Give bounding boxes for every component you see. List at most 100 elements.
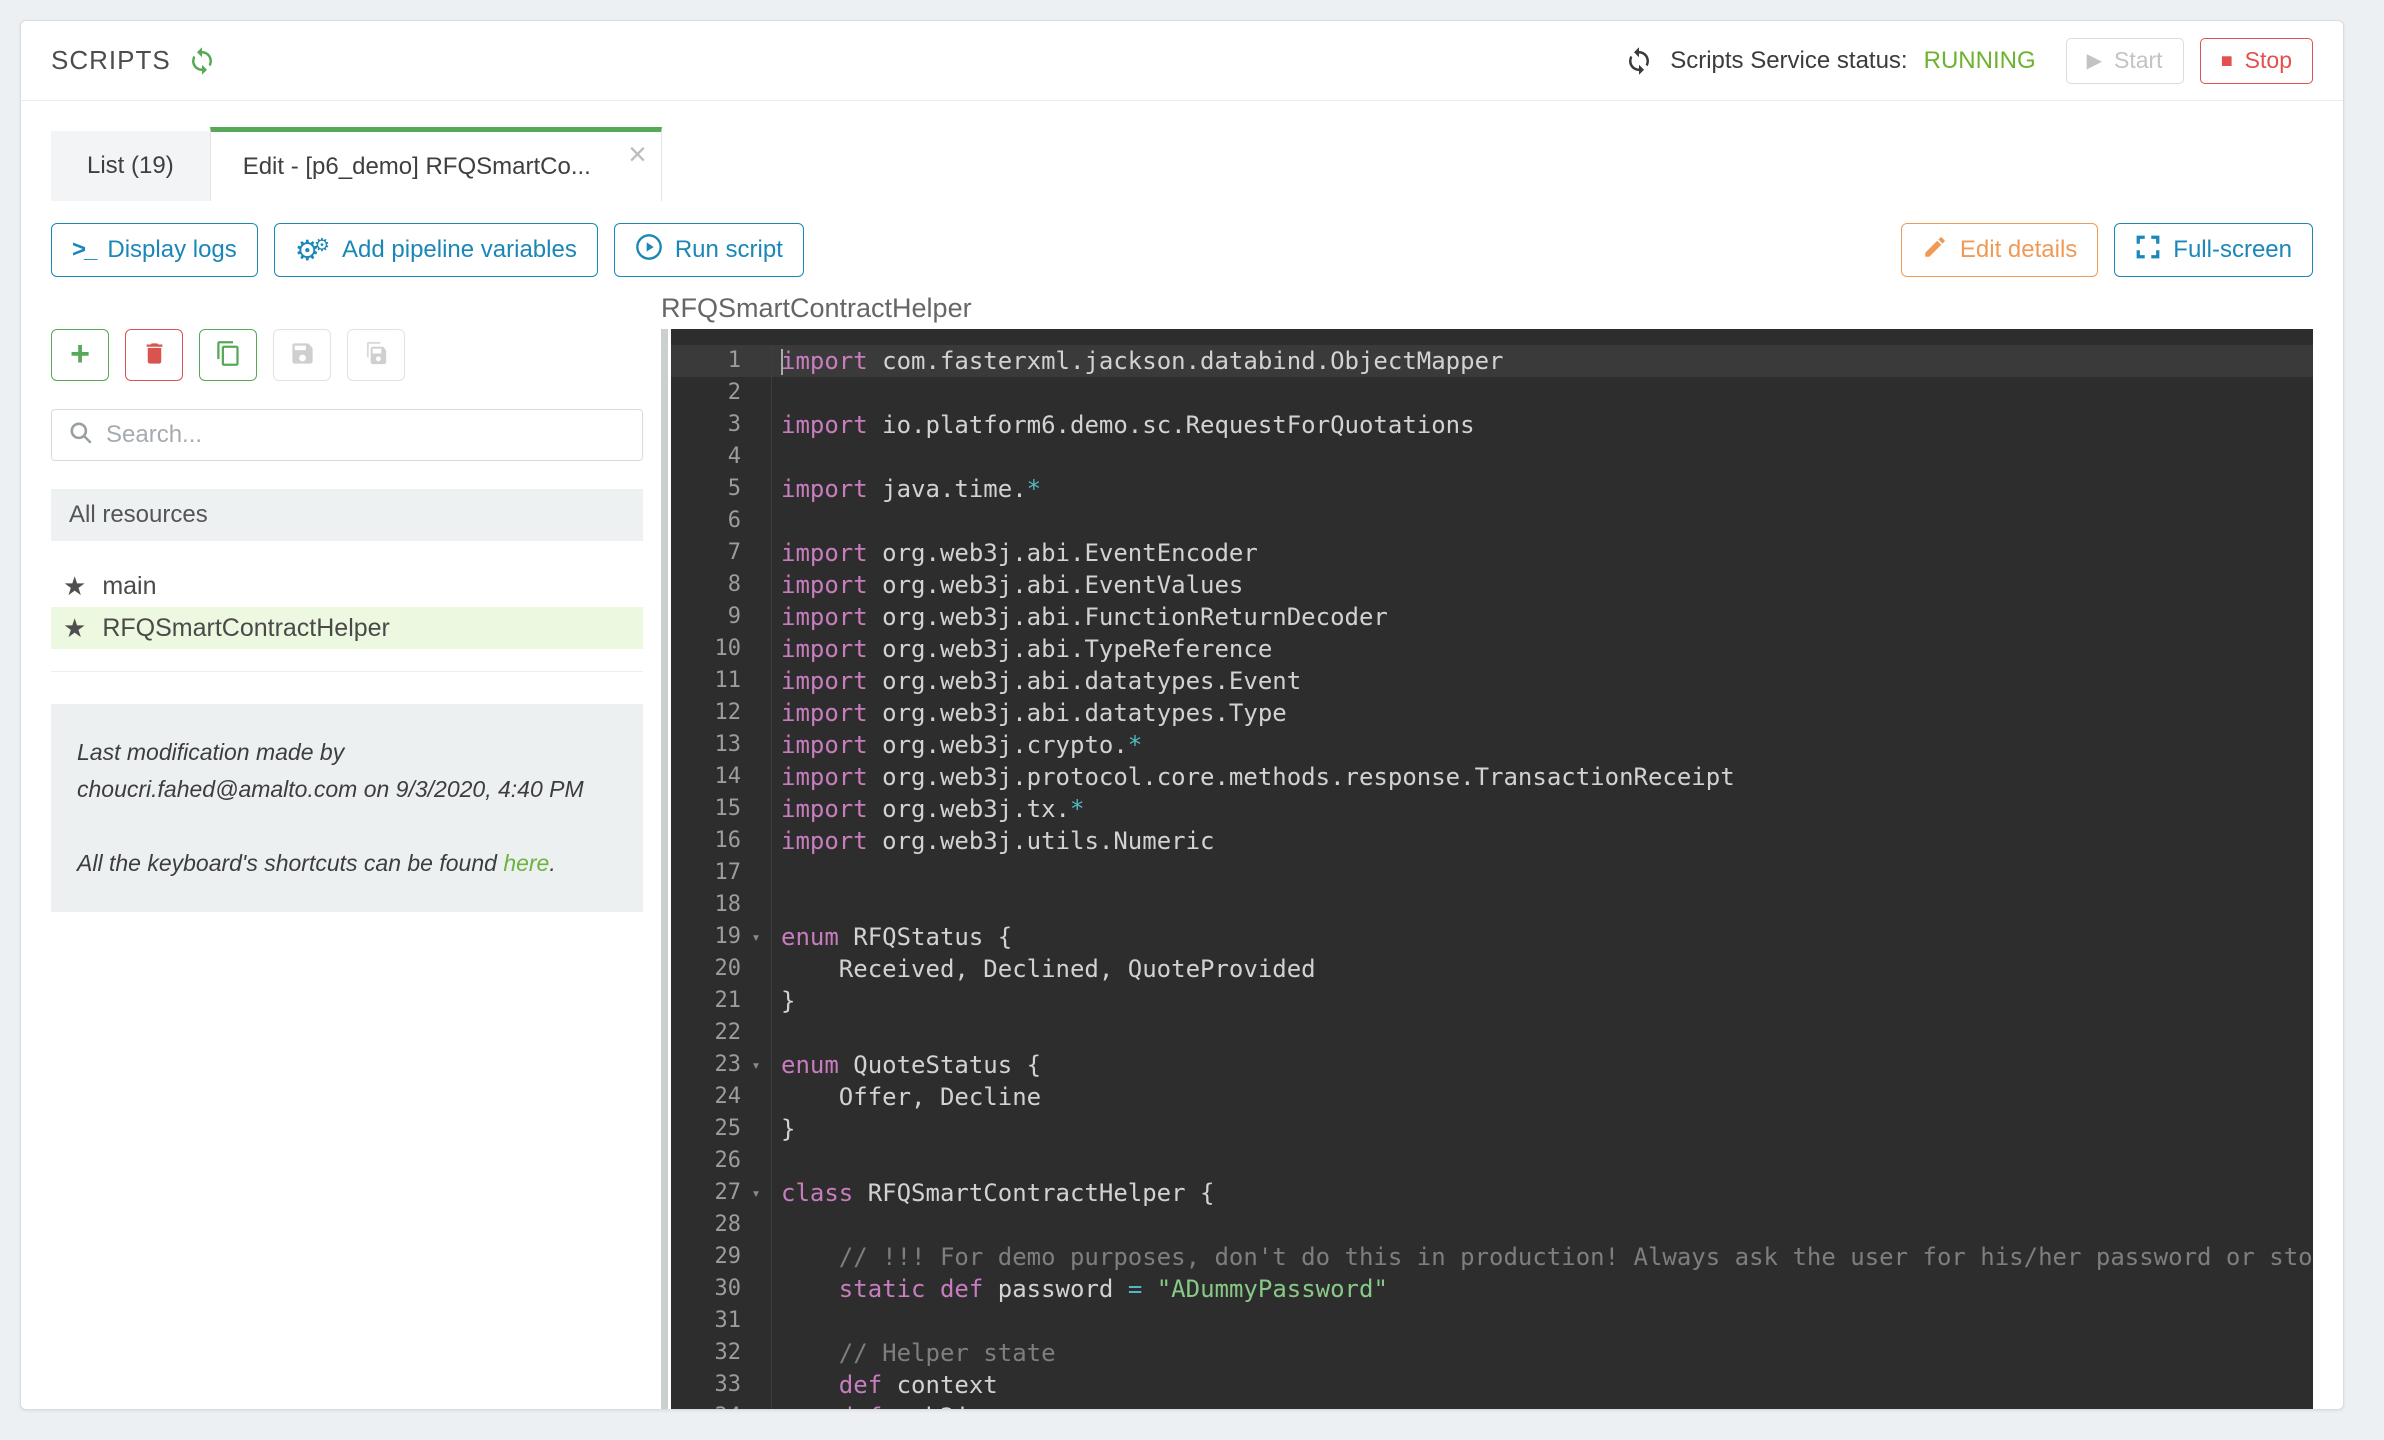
code-line[interactable]: 21} xyxy=(671,985,2313,1017)
full-screen-button[interactable]: Full-screen xyxy=(2114,223,2313,277)
fold-arrow-icon[interactable]: ▾ xyxy=(741,1177,771,1209)
line-number: 5 xyxy=(671,473,771,505)
line-number: 13 xyxy=(671,729,771,761)
line-number: 27▾ xyxy=(671,1177,771,1209)
add-pipeline-variables-button[interactable]: ⚙⚙ Add pipeline variables xyxy=(274,223,598,277)
line-number: 24 xyxy=(671,1081,771,1113)
code-line[interactable]: 11import org.web3j.abi.datatypes.Event xyxy=(671,665,2313,697)
code-line[interactable]: 23▾enum QuoteStatus { xyxy=(671,1049,2313,1081)
search-input[interactable] xyxy=(106,421,626,449)
close-icon[interactable]: × xyxy=(628,138,647,170)
search-box xyxy=(51,409,643,461)
code-text xyxy=(771,1145,2313,1177)
code-line[interactable]: 12import org.web3j.abi.datatypes.Type xyxy=(671,697,2313,729)
fold-arrow-icon[interactable]: ▾ xyxy=(741,1049,771,1081)
tab-edit[interactable]: Edit - [p6_demo] RFQSmartCo... × xyxy=(210,127,662,201)
code-text: import io.platform6.demo.sc.RequestForQu… xyxy=(771,409,2313,441)
line-number: 19▾ xyxy=(671,921,771,953)
display-logs-button[interactable]: >_ Display logs xyxy=(51,223,258,277)
editor-scrollbar[interactable] xyxy=(661,329,668,1410)
resource-list: ★main★RFQSmartContractHelper xyxy=(51,565,643,649)
code-text: // !!! For demo purposes, don't do this … xyxy=(771,1241,2313,1273)
code-text: static def password = "ADummyPassword" xyxy=(771,1273,2313,1305)
code-text: import org.web3j.tx.* xyxy=(771,793,2313,825)
shortcuts-link[interactable]: here xyxy=(503,850,549,876)
save-resource-button[interactable] xyxy=(273,329,331,381)
code-line[interactable]: 34 def web3j xyxy=(671,1401,2313,1410)
copy-resource-button[interactable] xyxy=(199,329,257,381)
code-line[interactable]: 30 static def password = "ADummyPassword… xyxy=(671,1273,2313,1305)
line-number: 6 xyxy=(671,505,771,537)
fold-arrow-icon[interactable]: ▾ xyxy=(741,921,771,953)
groovy-star-icon: ★ xyxy=(63,615,86,641)
code-text xyxy=(771,857,2313,889)
code-editor[interactable]: 1import com.fasterxml.jackson.databind.O… xyxy=(671,329,2313,1410)
line-number: 11 xyxy=(671,665,771,697)
service-status-group: Scripts Service status: RUNNING ▶ Start … xyxy=(1624,38,2313,84)
start-button[interactable]: ▶ Start xyxy=(2066,38,2184,84)
gears-icon: ⚙⚙ xyxy=(295,236,330,265)
code-line[interactable]: 4 xyxy=(671,441,2313,473)
code-line[interactable]: 14import org.web3j.protocol.core.methods… xyxy=(671,761,2313,793)
save-icon xyxy=(289,340,316,370)
code-line[interactable]: 31 xyxy=(671,1305,2313,1337)
delete-resource-button[interactable] xyxy=(125,329,183,381)
code-text: def context xyxy=(771,1369,2313,1401)
play-icon: ▶ xyxy=(2087,51,2102,71)
code-text: import org.web3j.utils.Numeric xyxy=(771,825,2313,857)
code-text: import org.web3j.abi.datatypes.Event xyxy=(771,665,2313,697)
edit-details-button[interactable]: Edit details xyxy=(1901,223,2098,277)
resource-item[interactable]: ★RFQSmartContractHelper xyxy=(51,607,643,649)
code-text: Received, Declined, QuoteProvided xyxy=(771,953,2313,985)
code-line[interactable]: 1import com.fasterxml.jackson.databind.O… xyxy=(671,345,2313,377)
code-line[interactable]: 32 // Helper state xyxy=(671,1337,2313,1369)
main-area: + xyxy=(21,293,2343,1410)
terminal-icon: >_ xyxy=(72,236,95,264)
code-line[interactable]: 5import java.time.* xyxy=(671,473,2313,505)
refresh-icon[interactable] xyxy=(187,46,217,76)
code-line[interactable]: 2 xyxy=(671,377,2313,409)
code-line[interactable]: 8import org.web3j.abi.EventValues xyxy=(671,569,2313,601)
code-text xyxy=(771,1305,2313,1337)
code-text: import org.web3j.abi.EventEncoder xyxy=(771,537,2313,569)
tab-list[interactable]: List (19) xyxy=(51,131,210,201)
code-line[interactable]: 18 xyxy=(671,889,2313,921)
code-line[interactable]: 20 Received, Declined, QuoteProvided xyxy=(671,953,2313,985)
stop-button[interactable]: ■ Stop xyxy=(2200,38,2313,84)
save-all-button[interactable] xyxy=(347,329,405,381)
resource-item[interactable]: ★main xyxy=(51,565,643,607)
code-line[interactable]: 10import org.web3j.abi.TypeReference xyxy=(671,633,2313,665)
line-number: 34 xyxy=(671,1401,771,1410)
tab-bar: List (19) Edit - [p6_demo] RFQSmartCo...… xyxy=(21,127,2343,201)
code-line[interactable]: 22 xyxy=(671,1017,2313,1049)
code-text: enum RFQStatus { xyxy=(771,921,2313,953)
line-number: 2 xyxy=(671,377,771,409)
code-line[interactable]: 13import org.web3j.crypto.* xyxy=(671,729,2313,761)
code-line[interactable]: 7import org.web3j.abi.EventEncoder xyxy=(671,537,2313,569)
status-refresh-icon[interactable] xyxy=(1624,46,1654,76)
code-line[interactable]: 27▾class RFQSmartContractHelper { xyxy=(671,1177,2313,1209)
line-number: 30 xyxy=(671,1273,771,1305)
code-line[interactable]: 3import io.platform6.demo.sc.RequestForQ… xyxy=(671,409,2313,441)
code-line[interactable]: 15import org.web3j.tx.* xyxy=(671,793,2313,825)
code-line[interactable]: 26 xyxy=(671,1145,2313,1177)
play-circle-icon xyxy=(635,233,663,268)
run-script-button[interactable]: Run script xyxy=(614,223,804,277)
add-resource-button[interactable]: + xyxy=(51,329,109,381)
line-number: 23▾ xyxy=(671,1049,771,1081)
code-line[interactable]: 28 xyxy=(671,1209,2313,1241)
code-line[interactable]: 29 // !!! For demo purposes, don't do th… xyxy=(671,1241,2313,1273)
code-line[interactable]: 25} xyxy=(671,1113,2313,1145)
code-line[interactable]: 16import org.web3j.utils.Numeric xyxy=(671,825,2313,857)
code-text: import org.web3j.protocol.core.methods.r… xyxy=(771,761,2313,793)
code-line[interactable]: 9import org.web3j.abi.FunctionReturnDeco… xyxy=(671,601,2313,633)
code-text: class RFQSmartContractHelper { xyxy=(771,1177,2313,1209)
line-number: 3 xyxy=(671,409,771,441)
page-title: SCRIPTS xyxy=(51,45,171,76)
code-line[interactable]: 24 Offer, Decline xyxy=(671,1081,2313,1113)
code-line[interactable]: 17 xyxy=(671,857,2313,889)
code-line[interactable]: 6 xyxy=(671,505,2313,537)
line-number: 1 xyxy=(671,345,771,377)
code-line[interactable]: 19▾enum RFQStatus { xyxy=(671,921,2313,953)
code-line[interactable]: 33 def context xyxy=(671,1369,2313,1401)
